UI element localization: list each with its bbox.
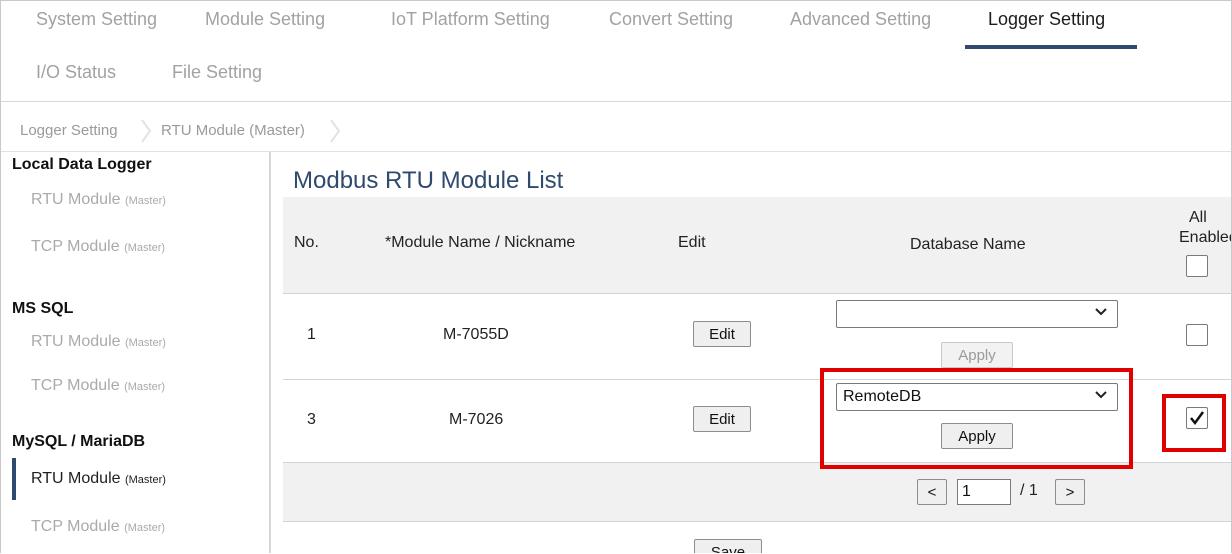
row-module-name: M-7026: [449, 411, 504, 428]
sidebar-item-label: RTU Module: [31, 470, 121, 487]
active-tab-indicator: [965, 45, 1137, 49]
tab-logger-setting[interactable]: Logger Setting: [988, 9, 1105, 30]
tab-advanced-setting[interactable]: Advanced Setting: [790, 9, 931, 30]
tab-system-setting[interactable]: System Setting: [36, 9, 157, 30]
sidebar-group-mysql-mariadb: MySQL / MariaDB: [12, 433, 146, 450]
sidebar-item-label: TCP Module: [31, 518, 120, 535]
sidebar-item-label: TCP Module: [31, 238, 120, 255]
sidebar-item-sub: (Master): [124, 195, 166, 207]
apply-button[interactable]: Apply: [941, 342, 1013, 368]
sidebar-item-local-rtu[interactable]: RTU Module (Master): [31, 191, 166, 209]
header-database-name: Database Name: [910, 236, 1026, 253]
edit-button[interactable]: Edit: [693, 406, 751, 432]
breadcrumb-separator-icon: [141, 119, 152, 143]
edit-button[interactable]: Edit: [693, 321, 751, 347]
tab-convert-setting[interactable]: Convert Setting: [609, 9, 733, 30]
sidebar-group-ms-sql: MS SQL: [12, 300, 74, 317]
save-button[interactable]: Save: [694, 539, 762, 553]
tab-module-setting[interactable]: Module Setting: [205, 9, 325, 30]
pager-row: < 1 / 1 >: [283, 463, 1231, 522]
sidebar-item-sub: (Master): [124, 242, 166, 254]
row-no: 3: [307, 411, 316, 428]
sidebar-item-label: RTU Module: [31, 191, 121, 208]
sidebar-item-sub: (Master): [124, 337, 166, 349]
app-frame: System Setting Module Setting IoT Platfo…: [0, 0, 1232, 553]
sidebar-item-label: TCP Module: [31, 377, 120, 394]
header-edit: Edit: [678, 234, 706, 251]
highlight-box-enabled: [1162, 394, 1226, 452]
sidebar-item-sub: (Master): [124, 381, 166, 393]
breadcrumb-separator-icon: [330, 119, 341, 143]
row-enabled-checkbox[interactable]: [1186, 324, 1208, 346]
sidebar-item-sub: (Master): [124, 474, 166, 486]
sidebar-item-mssql-rtu[interactable]: RTU Module (Master): [31, 333, 166, 351]
header-module-name: *Module Name / Nickname: [385, 234, 576, 251]
all-enabled-checkbox[interactable]: [1186, 255, 1208, 277]
sidebar-item-local-tcp[interactable]: TCP Module (Master): [31, 238, 165, 256]
breadcrumb-item-rtu-module: RTU Module (Master): [161, 122, 305, 139]
page-title: Modbus RTU Module List: [293, 167, 564, 194]
sidebar-item-label: RTU Module: [31, 333, 121, 350]
sidebar-item-mysql-tcp[interactable]: TCP Module (Master): [31, 518, 165, 536]
sidebar-item-mysql-rtu[interactable]: RTU Module (Master): [31, 470, 166, 488]
database-select[interactable]: [836, 300, 1118, 328]
top-navigation: System Setting Module Setting IoT Platfo…: [1, 1, 1231, 102]
sidebar-group-local-data-logger: Local Data Logger: [12, 156, 152, 173]
header-all-enabled-top: All: [1189, 209, 1207, 226]
tab-iot-platform-setting[interactable]: IoT Platform Setting: [391, 9, 550, 30]
page-number-input[interactable]: 1: [957, 479, 1011, 505]
prev-page-button[interactable]: <: [917, 479, 947, 505]
sidebar-active-marker: [12, 458, 16, 500]
row-no: 1: [307, 326, 316, 343]
sidebar-item-sub: (Master): [124, 522, 166, 534]
chevron-down-icon: [1095, 308, 1107, 316]
breadcrumb-item-logger-setting[interactable]: Logger Setting: [20, 118, 118, 144]
sidebar: Local Data Logger RTU Module (Master) TC…: [1, 152, 271, 553]
header-no: No.: [294, 234, 319, 251]
tab-io-status[interactable]: I/O Status: [36, 62, 116, 83]
highlight-box-database: [820, 368, 1133, 469]
sidebar-item-mssql-tcp[interactable]: TCP Module (Master): [31, 377, 165, 395]
next-page-button[interactable]: >: [1055, 479, 1085, 505]
tab-file-setting[interactable]: File Setting: [172, 62, 262, 83]
header-all-enabled-bottom: Enabled: [1179, 229, 1232, 246]
page-total: / 1: [1020, 482, 1038, 499]
table-header: No. *Module Name / Nickname Edit Databas…: [283, 197, 1231, 294]
row-module-name: M-7055D: [443, 326, 509, 343]
breadcrumb: Logger Setting RTU Module (Master): [1, 102, 1231, 152]
